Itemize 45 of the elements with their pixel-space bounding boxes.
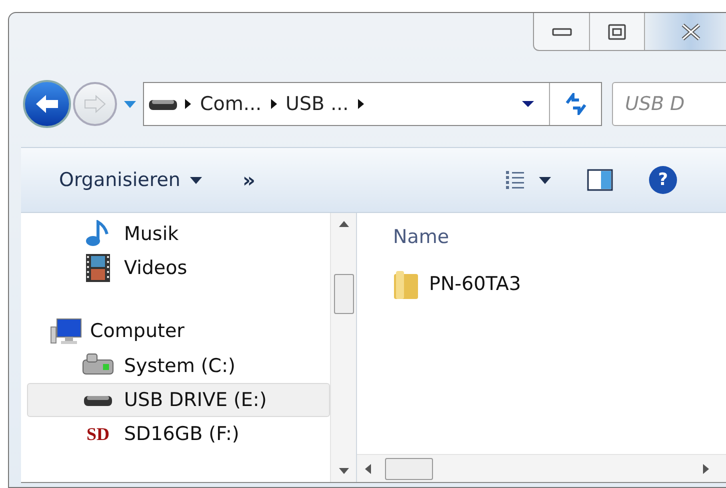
left-arrow-icon — [34, 93, 60, 115]
nav-pane-item[interactable]: Computer — [27, 313, 330, 349]
drive-icon — [148, 97, 178, 111]
search-field[interactable]: USB D — [612, 82, 726, 126]
caret-icon — [190, 176, 202, 184]
scroll-down-icon — [338, 468, 348, 474]
scroll-left-icon — [365, 464, 371, 474]
nav-pane-item[interactable]: Videos — [27, 251, 330, 285]
organize-menu[interactable]: Organisieren — [59, 166, 202, 194]
breadcrumb[interactable]: USB ... — [286, 90, 349, 118]
help-button[interactable]: ? — [649, 166, 677, 194]
address-bar[interactable]: Com... USB ... — [143, 82, 602, 126]
preview-pane-icon[interactable] — [587, 169, 613, 191]
maximize-icon — [608, 24, 626, 40]
horizontal-scrollbar[interactable] — [357, 454, 726, 482]
address-dropdown-icon[interactable] — [521, 100, 535, 108]
scroll-up-icon — [338, 221, 348, 227]
more-commands-button[interactable]: » — [242, 165, 256, 195]
vertical-scrollbar[interactable] — [330, 213, 356, 482]
view-list-icon[interactable] — [505, 170, 525, 190]
breadcrumb-arrow-icon[interactable] — [184, 98, 192, 110]
back-button[interactable] — [23, 80, 71, 128]
nav-pane-item[interactable]: Musik — [27, 217, 330, 251]
close-button[interactable] — [644, 13, 726, 50]
drive-icon — [81, 393, 115, 407]
file-item[interactable]: PN-60TA3 — [393, 270, 726, 300]
scroll-thumb[interactable] — [334, 274, 354, 314]
right-arrow-icon — [83, 94, 107, 114]
folder-icon — [393, 270, 419, 300]
breadcrumb-arrow-icon[interactable] — [270, 98, 278, 110]
scroll-right-icon — [703, 464, 709, 474]
close-icon — [680, 22, 702, 40]
breadcrumb-arrow-icon[interactable] — [356, 98, 365, 110]
computer-icon — [50, 317, 82, 345]
nav-pane-item[interactable]: USB DRIVE (E:) — [27, 383, 330, 417]
name-column-header[interactable]: Name — [393, 223, 726, 252]
film-strip-icon — [85, 253, 111, 283]
nav-pane-item[interactable]: SD SD16GB (F:) — [27, 417, 330, 451]
sd-card-logo: SD — [86, 425, 110, 443]
scroll-thumb[interactable] — [385, 458, 433, 480]
nav-pane-item[interactable]: System (C:) — [27, 349, 330, 383]
minimize-icon — [552, 28, 572, 36]
history-dropdown-icon[interactable] — [123, 99, 137, 109]
caret-icon[interactable] — [539, 176, 551, 184]
breadcrumb[interactable]: Com... — [200, 90, 262, 118]
